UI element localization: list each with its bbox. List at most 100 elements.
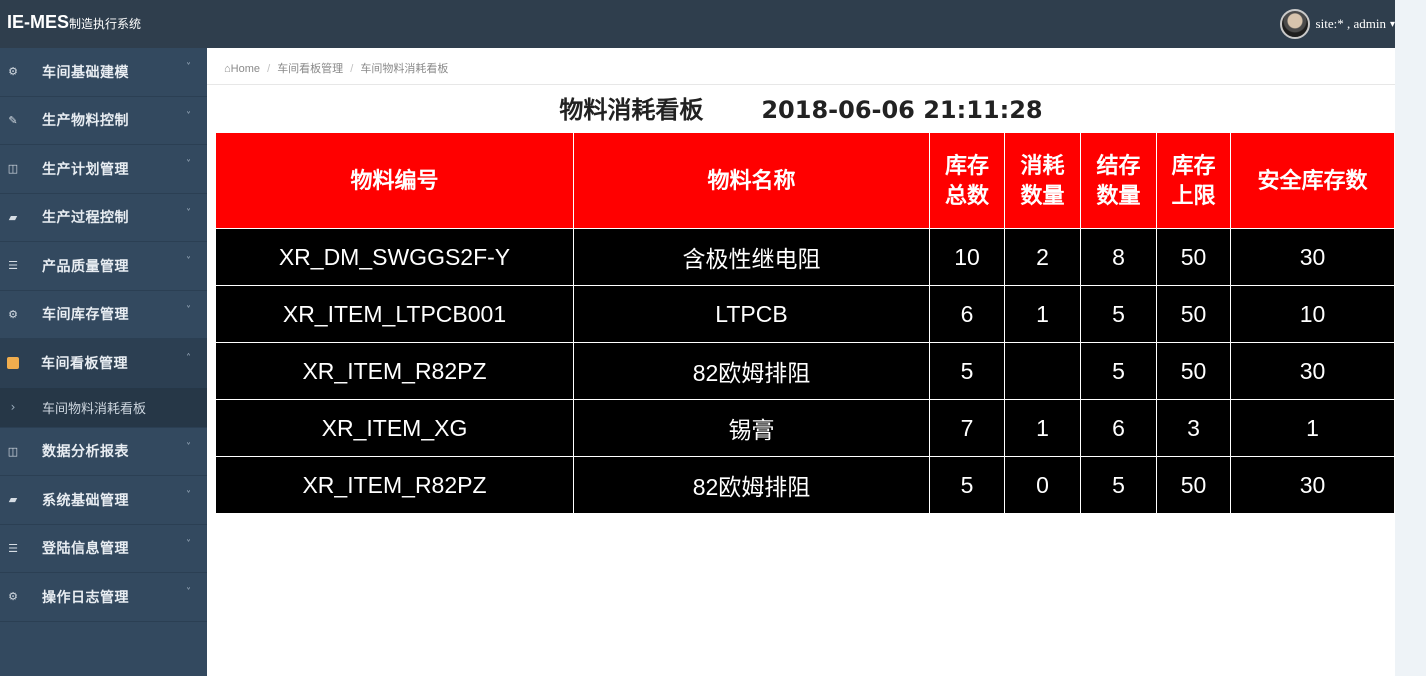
table-row: XR_ITEM_R82PZ 82欧姆排阻 5 5 50 30 — [215, 342, 1395, 400]
sidebar-item-login-info[interactable]: ☰ 登陆信息管理 ˅ — [0, 525, 207, 573]
header-line: 数量 — [1096, 182, 1141, 208]
header-consumed: 消耗 数量 — [1004, 132, 1081, 229]
cell-stock-limit: 50 — [1156, 228, 1231, 286]
cell-balance: 5 — [1080, 285, 1157, 343]
sidebar-item-label: 数据分析报表 — [42, 444, 129, 461]
sidebar-item-label: 操作日志管理 — [42, 589, 129, 606]
cell-balance: 6 — [1080, 399, 1157, 457]
cell-balance: 5 — [1080, 342, 1157, 400]
user-menu[interactable]: site:* , admin ▾ — [1279, 8, 1395, 40]
cell-stock-total: 5 — [929, 342, 1005, 400]
header-stock-limit: 库存 上限 — [1156, 132, 1231, 229]
cell-stock-limit: 50 — [1156, 285, 1231, 343]
home-icon: ⌂ — [224, 63, 231, 75]
chevron-down-icon: ˅ — [186, 538, 191, 550]
chevron-down-icon: ˅ — [186, 207, 191, 219]
cell-material-name: 82欧姆排阻 — [573, 456, 930, 514]
breadcrumb-separator: / — [350, 63, 354, 75]
header-line: 消耗 — [1020, 152, 1065, 178]
header-safety-stock: 安全库存数 — [1230, 132, 1395, 229]
header-material-code: 物料编号 — [215, 132, 574, 229]
list-icon: ☰ — [8, 259, 18, 273]
chevron-down-icon: ˅ — [186, 256, 191, 267]
cell-material-code: XR_ITEM_LTPCB001 — [215, 285, 574, 343]
header-line: 结存 — [1096, 152, 1141, 178]
sidebar-item-label: 登陆信息管理 — [42, 541, 129, 558]
cell-stock-total: 5 — [929, 456, 1005, 514]
header-line: 库存 — [1171, 152, 1216, 178]
avatar — [1279, 9, 1310, 39]
breadcrumb-level1[interactable]: 车间看板管理 — [277, 63, 343, 75]
list-icon: ☰ — [8, 541, 18, 555]
cell-consumed: 1 — [1004, 285, 1081, 343]
sidebar-item-reports[interactable]: ◫ 数据分析报表 ˅ — [0, 428, 207, 476]
app-brand[interactable]: IE-MES制造执行系统 — [7, 12, 141, 33]
sidebar-item-inventory[interactable]: ⚙ 车间库存管理 ˅ — [0, 291, 207, 339]
cell-stock-limit: 50 — [1156, 342, 1231, 400]
sidebar-item-label: 车间库存管理 — [42, 307, 129, 324]
cell-material-name: LTPCB — [573, 285, 930, 343]
board-title: 物料消耗看板 — [559, 96, 704, 124]
breadcrumb-separator: / — [267, 63, 271, 75]
chevron-right-icon: › — [10, 400, 16, 414]
cell-balance: 8 — [1080, 228, 1157, 286]
columns-icon: ◫ — [7, 162, 19, 176]
cell-consumed: 2 — [1004, 228, 1081, 286]
sidebar-item-label: 生产计划管理 — [42, 161, 129, 178]
breadcrumb-home[interactable]: Home — [231, 63, 260, 75]
top-navbar: IE-MES制造执行系统 site:* , admin ▾ — [0, 0, 1395, 48]
cell-stock-total: 10 — [929, 228, 1005, 286]
material-consumption-table: 物料编号 物料名称 库存 总数 消耗 数量 结存 数量 库存 上限 安全库存数 XR_D… — [215, 132, 1395, 514]
book-icon: ▰ — [8, 210, 18, 224]
sidebar-item-material-control[interactable]: ✎ 生产物料控制 ˅ — [0, 97, 207, 145]
header-line: 上限 — [1171, 182, 1216, 208]
sidebar-item-label: 车间看板管理 — [41, 355, 128, 372]
chevron-down-icon: ˅ — [186, 587, 191, 598]
board-timestamp: 2018-06-06 21:11:28 — [761, 96, 1043, 124]
cell-consumed — [1004, 342, 1081, 400]
table-row: XR_ITEM_XG 锡膏 7 1 6 3 1 — [215, 399, 1395, 457]
sidebar-item-label: 生产物料控制 — [42, 113, 129, 130]
header-line: 数量 — [1020, 182, 1065, 208]
cell-material-code: XR_DM_SWGGS2F-Y — [215, 228, 574, 286]
sidebar-subitem-material-board[interactable]: › 车间物料消耗看板 — [0, 387, 207, 428]
cell-safety-stock: 30 — [1230, 342, 1395, 400]
cell-safety-stock: 1 — [1230, 399, 1395, 457]
sidebar: ⚙ 车间基础建模 ˅ ✎ 生产物料控制 ˅ ◫ 生产计划管理 ˅ ▰ 生产过程控… — [0, 48, 207, 676]
chevron-down-icon: ˅ — [186, 441, 191, 453]
chevron-down-icon: ˅ — [186, 62, 191, 73]
sidebar-item-process-control[interactable]: ▰ 生产过程控制 ˅ — [0, 194, 207, 242]
sidebar-item-system[interactable]: ▰ 系统基础管理 ˅ — [0, 476, 207, 525]
cell-material-code: XR_ITEM_R82PZ — [215, 456, 574, 514]
cell-material-name: 82欧姆排阻 — [573, 342, 930, 400]
chevron-down-icon: ˅ — [186, 304, 191, 316]
sidebar-item-production-plan[interactable]: ◫ 生产计划管理 ˅ — [0, 145, 207, 194]
columns-icon: ◫ — [7, 444, 19, 458]
cell-balance: 5 — [1080, 456, 1157, 514]
dashboard-icon: ⚙ — [8, 590, 18, 604]
page-gutter — [1395, 0, 1426, 676]
cell-safety-stock: 30 — [1230, 228, 1395, 286]
cell-stock-limit: 3 — [1156, 399, 1231, 457]
user-label: site:* , admin — [1315, 16, 1386, 31]
chevron-down-icon: ˅ — [186, 490, 191, 501]
cell-safety-stock: 10 — [1230, 285, 1395, 343]
header-line: 库存 — [944, 152, 989, 178]
sidebar-item-operation-log[interactable]: ⚙ 操作日志管理 ˅ — [0, 573, 207, 622]
divider — [207, 84, 1395, 85]
sidebar-item-workshop-modeling[interactable]: ⚙ 车间基础建模 ˅ — [0, 48, 207, 97]
breadcrumb: ⌂Home / 车间看板管理 / 车间物料消耗看板 — [224, 60, 448, 76]
sidebar-item-label: 系统基础管理 — [42, 492, 129, 509]
board-table-container: 物料编号 物料名称 库存 总数 消耗 数量 结存 数量 库存 上限 安全库存数 XR_D… — [215, 132, 1395, 516]
chevron-down-icon: ˅ — [186, 110, 191, 122]
sidebar-item-quality[interactable]: ☰ 产品质量管理 ˅ — [0, 242, 207, 291]
table-row: XR_DM_SWGGS2F-Y 含极性继电阻 10 2 8 50 30 — [215, 228, 1395, 286]
sidebar-item-kanban[interactable]: 车间看板管理 ˄ — [0, 339, 207, 388]
board-header: 物料消耗看板 2018-06-06 21:11:28 — [207, 90, 1395, 125]
breadcrumb-current: 车间物料消耗看板 — [360, 63, 449, 75]
cell-material-name: 含极性继电阻 — [573, 228, 930, 286]
sidebar-item-label: 车间基础建模 — [42, 64, 129, 81]
sidebar-item-label: 生产过程控制 — [42, 210, 129, 227]
book-icon: ▰ — [8, 493, 18, 507]
header-line: 总数 — [944, 182, 989, 208]
